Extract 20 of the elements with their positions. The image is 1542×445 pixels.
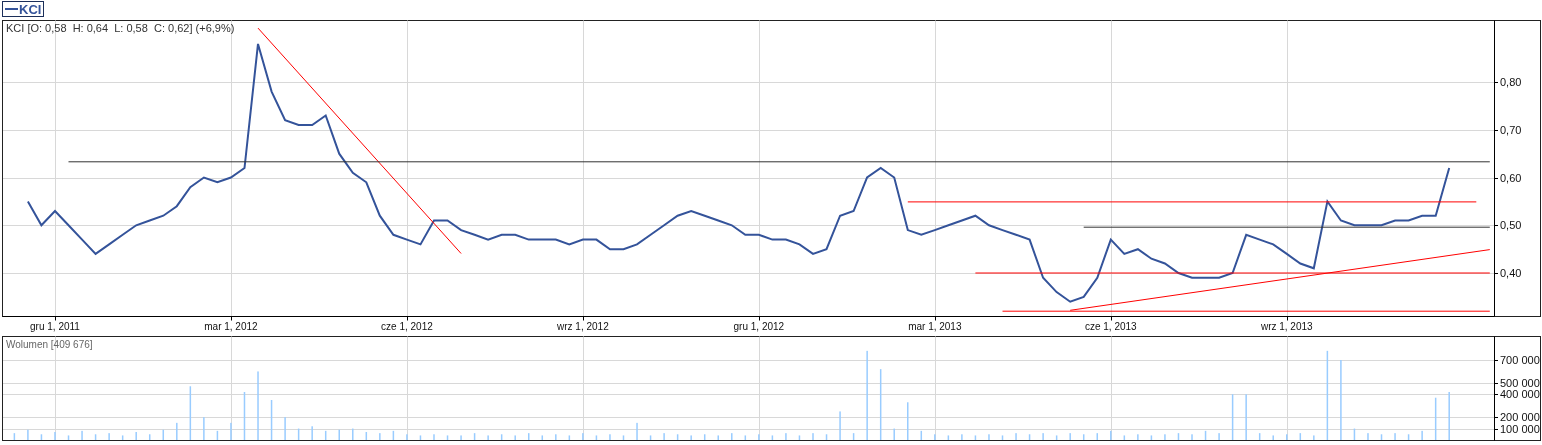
- axis-label: 0,40: [1500, 267, 1522, 280]
- axis-label: 0,70: [1500, 123, 1522, 136]
- axis-label: cze 1, 2012: [381, 320, 433, 332]
- axis-label: 0,80: [1500, 76, 1522, 89]
- axis-label: gru 1, 2011: [30, 320, 80, 332]
- axis-label: 0,60: [1500, 171, 1522, 184]
- axis-label: 0,50: [1500, 219, 1522, 232]
- axis-label: 700 000: [1500, 354, 1540, 366]
- axis-label: 400 000: [1500, 388, 1540, 401]
- chart-header: KCI [O: 0,58 H: 0,64 L: 0,58 C: 0,62] (+6,9%): [6, 22, 235, 34]
- axis-label: wrz 1, 2012: [557, 320, 609, 332]
- axis-label: 500 000: [1500, 376, 1540, 389]
- axis-label: cze 1, 2013: [1084, 320, 1137, 332]
- axis-label: 100 000: [1500, 422, 1540, 435]
- chart-header: Wolumen [409 676]: [6, 339, 93, 350]
- axis-label: gru 1, 2012: [733, 320, 785, 332]
- axis-label: 200 000: [1500, 411, 1540, 424]
- axis-label: wrz 1, 2013: [1260, 320, 1313, 332]
- axis-label: mar 1, 2013: [908, 320, 962, 332]
- axis-label: mar 1, 2012: [204, 320, 258, 332]
